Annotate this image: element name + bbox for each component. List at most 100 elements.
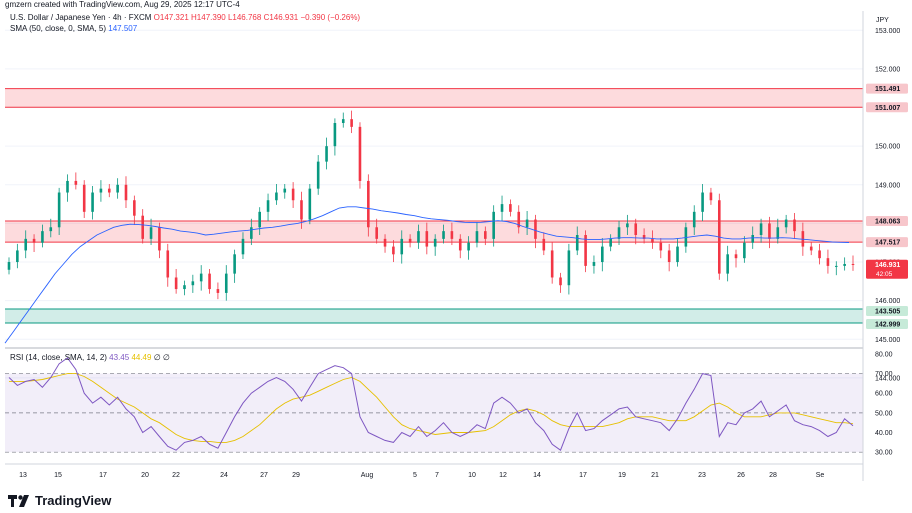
candle-body	[141, 215, 145, 239]
time-tick-label: 23	[698, 472, 706, 479]
candle-body	[250, 227, 253, 239]
ohlc-low: L146.768	[227, 13, 262, 22]
candle-body	[550, 250, 554, 278]
candle-body	[124, 184, 128, 201]
candle-body	[559, 277, 562, 286]
candle-body	[601, 246, 604, 263]
time-tick-label: 24	[220, 472, 228, 479]
candle-body	[316, 161, 320, 189]
candle-body	[726, 254, 729, 274]
rsi-tick-label: 60.00	[875, 391, 893, 398]
price-pane[interactable]	[4, 11, 863, 379]
rsi-label: RSI (14, close, SMA, 14, 2)	[10, 353, 107, 362]
candle-body	[701, 192, 704, 212]
candle-body	[492, 211, 495, 239]
candle-body	[818, 250, 821, 259]
candle-body	[567, 250, 571, 286]
candle-body	[191, 281, 195, 286]
candle-body	[350, 119, 353, 127]
candle-body	[49, 227, 53, 232]
time-tick-label: 27	[260, 472, 268, 479]
time-tick-label: 10	[468, 472, 476, 479]
candle-body	[692, 211, 696, 228]
price-tick-label: 149.000	[875, 182, 900, 189]
candle-body	[241, 238, 245, 255]
time-tick-label: 19	[618, 472, 626, 479]
time-axis[interactable]: 13 15 17 20 22 24 27 29 Aug 5 7 10 12 14 17 19 21 23 26 28 S…	[19, 472, 824, 479]
candle-body	[149, 227, 153, 239]
price-label-text: 142.999	[875, 322, 900, 329]
price-axis[interactable]: 153.000152.000151.000150.000149.000148.0…	[875, 28, 900, 383]
candle-body	[525, 219, 529, 228]
candle-body	[609, 238, 612, 247]
created-by-text: gmzern created with TradingView.com, Aug…	[5, 0, 240, 9]
ohlc-high: H147.390	[191, 13, 226, 22]
rsi-axis[interactable]: 80.00 70.00 60.00 50.00 40.00 30.00	[875, 351, 893, 456]
brand-name: TradingView	[35, 493, 112, 508]
time-tick-label: 26	[737, 472, 745, 479]
resistance-zone	[5, 88, 863, 108]
candle-body	[325, 146, 328, 162]
candle-body	[216, 289, 220, 293]
time-tick-label: 7	[435, 472, 439, 479]
legend-rsi[interactable]: RSI (14, close, SMA, 14, 2) 43.45 44.49 …	[10, 353, 170, 362]
candle-body	[834, 265, 838, 267]
candle-body	[383, 238, 387, 247]
candle-body	[291, 188, 295, 201]
price-tick-label: 153.000	[875, 28, 900, 35]
price-label-text: 147.517	[875, 240, 900, 247]
sma-label: SMA (50, close, 0, SMA, 5)	[10, 24, 107, 33]
candle-body	[116, 184, 119, 193]
tradingview-logo[interactable]: TradingView	[8, 493, 111, 508]
candle-body	[826, 258, 830, 266]
countdown-label: 42:05	[876, 271, 893, 278]
candle-body	[41, 231, 44, 243]
candle-body	[776, 227, 780, 239]
ohlc-open: O147.321	[153, 13, 189, 22]
candle-body	[667, 250, 671, 263]
candle-body	[592, 262, 596, 266]
candle-body	[617, 227, 621, 239]
candle-body	[224, 273, 228, 293]
candle-body	[467, 242, 470, 251]
candle-body	[484, 231, 487, 239]
candle-body	[392, 246, 395, 255]
chart-canvas[interactable]: 13 15 17 20 22 24 27 29 Aug 5 7 10 12 14 17 19 21 23 26 28 S…	[0, 0, 912, 513]
price-label-text: 143.505	[875, 309, 900, 316]
candle-body	[784, 219, 788, 228]
candle-body	[759, 223, 763, 235]
candle-body	[768, 223, 771, 239]
time-tick-label: 17	[579, 472, 587, 479]
rsi-tick-label: 70.00	[875, 371, 893, 378]
legend-sma[interactable]: SMA (50, close, 0, SMA, 5) 147.507	[10, 24, 137, 33]
candle-body	[851, 263, 855, 265]
candle-body	[651, 238, 654, 243]
time-tick-label: Se	[816, 472, 825, 479]
candle-body	[275, 192, 278, 201]
legend-main[interactable]: U.S. Dollar / Japanese Yen · 4h · FXCM O…	[10, 13, 360, 22]
candle-body	[166, 250, 170, 278]
candle-body	[450, 231, 454, 239]
time-tick-label: 22	[172, 472, 180, 479]
candle-body	[793, 219, 796, 232]
price-axis-labels: 151.491 151.007 148.063 147.517 146.931 42:05…	[866, 83, 908, 329]
time-tick-label: 12	[499, 472, 507, 479]
candle-body	[7, 262, 11, 270]
price-pane-background	[5, 11, 863, 347]
candle-body	[375, 227, 378, 239]
candle-body	[676, 246, 679, 263]
candle-body	[66, 180, 69, 193]
rsi-tick-label: 80.00	[875, 351, 893, 358]
candle-body	[233, 254, 236, 274]
candle-body	[417, 231, 420, 243]
candle-body	[542, 238, 546, 251]
rsi-extra: ∅ ∅	[153, 353, 170, 362]
rsi-pane[interactable]	[5, 357, 863, 453]
sma-value: 147.507	[108, 24, 138, 33]
candle-body	[358, 126, 362, 181]
candle-body	[500, 204, 504, 212]
tradingview-logo-icon	[8, 494, 29, 507]
symbol-title: U.S. Dollar / Japanese Yen · 4h · FXCM	[10, 13, 152, 22]
price-label-text: 151.491	[875, 86, 900, 93]
time-tick-label: 29	[292, 472, 300, 479]
